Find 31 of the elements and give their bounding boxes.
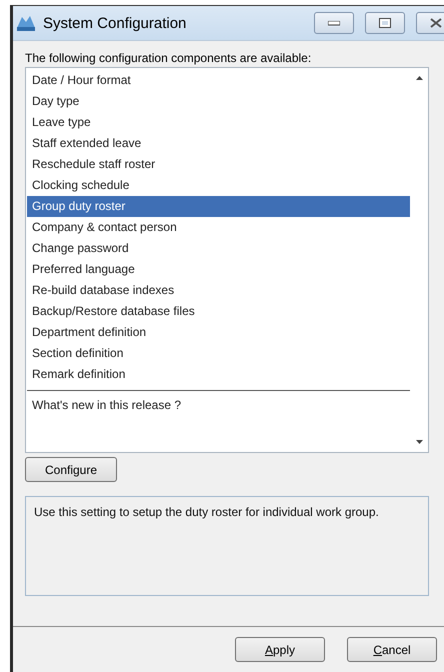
list-item[interactable]: Group duty roster <box>27 196 410 217</box>
list-item[interactable]: Company & contact person <box>27 217 410 238</box>
list-item[interactable]: Clocking schedule <box>27 175 410 196</box>
list-item[interactable]: Leave type <box>27 112 410 133</box>
list-item[interactable]: Remark definition <box>27 364 410 385</box>
minimize-button[interactable] <box>314 12 354 34</box>
list-item[interactable]: What's new in this release ? <box>27 395 410 416</box>
list-item[interactable]: Date / Hour format <box>27 70 410 91</box>
cancel-button[interactable]: Cancel <box>347 637 437 662</box>
maximize-button[interactable] <box>365 12 405 34</box>
list-item[interactable]: Change password <box>27 238 410 259</box>
window-title: System Configuration <box>43 14 188 32</box>
description-text: Use this setting to setup the duty roster for individual work group. <box>25 496 429 596</box>
prompt-text: The following configuration components are available: <box>25 51 312 65</box>
close-button[interactable] <box>416 12 444 34</box>
configure-button[interactable]: Configure <box>25 457 117 482</box>
close-icon <box>430 18 442 28</box>
scroll-up-icon[interactable] <box>416 76 423 80</box>
list-item[interactable]: Backup/Restore database files <box>27 301 410 322</box>
app-icon <box>16 14 36 32</box>
list-item[interactable]: Day type <box>27 91 410 112</box>
minimize-icon <box>328 20 340 26</box>
list-item[interactable]: Staff extended leave <box>27 133 410 154</box>
list-item[interactable]: Reschedule staff roster <box>27 154 410 175</box>
list-item[interactable]: Section definition <box>27 343 410 364</box>
list-item[interactable]: Department definition <box>27 322 410 343</box>
maximize-icon <box>379 18 391 28</box>
list-item[interactable]: Re-build database indexes <box>27 280 410 301</box>
scroll-down-icon[interactable] <box>416 440 423 444</box>
list-item[interactable]: Preferred language <box>27 259 410 280</box>
apply-button[interactable]: Apply <box>235 637 325 662</box>
